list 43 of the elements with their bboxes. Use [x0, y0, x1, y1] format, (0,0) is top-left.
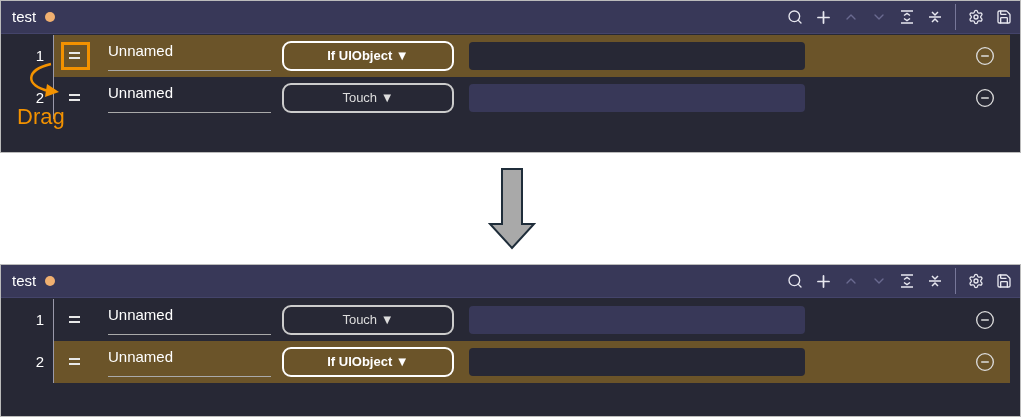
- action-dropdown[interactable]: If UIObject ▼: [282, 347, 454, 377]
- drag-handle-icon[interactable]: [69, 94, 80, 102]
- value-field[interactable]: [469, 306, 805, 334]
- drag-highlight-box: [61, 42, 90, 70]
- value-field[interactable]: [469, 348, 805, 376]
- value-field[interactable]: [469, 42, 805, 70]
- name-field[interactable]: Unnamed: [108, 41, 271, 71]
- row-number: 2: [35, 87, 44, 108]
- name-field[interactable]: Unnamed: [108, 83, 271, 113]
- save-button[interactable]: [994, 7, 1014, 27]
- save-button[interactable]: [994, 271, 1014, 291]
- row-number: 2: [35, 351, 44, 372]
- file-title: test: [12, 6, 37, 27]
- settings-button[interactable]: [966, 271, 986, 291]
- step-row[interactable]: Unnamed If UIObject ▼: [54, 35, 1010, 77]
- step-row[interactable]: Unnamed If UIObject ▼: [54, 341, 1010, 383]
- name-field[interactable]: Unnamed: [108, 305, 271, 335]
- search-icon: [787, 9, 803, 25]
- expand-icon: [899, 273, 915, 289]
- drag-handle-icon[interactable]: [69, 358, 80, 366]
- drag-handle-icon[interactable]: [69, 316, 80, 324]
- name-field[interactable]: Unnamed: [108, 347, 271, 377]
- remove-icon[interactable]: [975, 352, 995, 372]
- settings-icon: [968, 9, 984, 25]
- collapse-icon: [927, 273, 943, 289]
- action-dropdown[interactable]: If UIObject ▼: [282, 41, 454, 71]
- remove-icon[interactable]: [975, 88, 995, 108]
- remove-icon[interactable]: [975, 46, 995, 66]
- action-dropdown[interactable]: Touch ▼: [282, 305, 454, 335]
- expand-icon: [899, 9, 915, 25]
- remove-icon[interactable]: [975, 310, 995, 330]
- search-icon: [787, 273, 803, 289]
- file-title: test: [12, 270, 37, 291]
- drag-handle-icon[interactable]: [69, 52, 80, 60]
- row-number: 1: [35, 45, 44, 66]
- collapse-icon: [927, 9, 943, 25]
- settings-icon: [968, 273, 984, 289]
- settings-button[interactable]: [966, 7, 986, 27]
- row-number: 1: [35, 309, 44, 330]
- save-icon: [996, 9, 1012, 25]
- save-icon: [996, 273, 1012, 289]
- action-dropdown[interactable]: Touch ▼: [282, 83, 454, 113]
- value-field[interactable]: [469, 84, 805, 112]
